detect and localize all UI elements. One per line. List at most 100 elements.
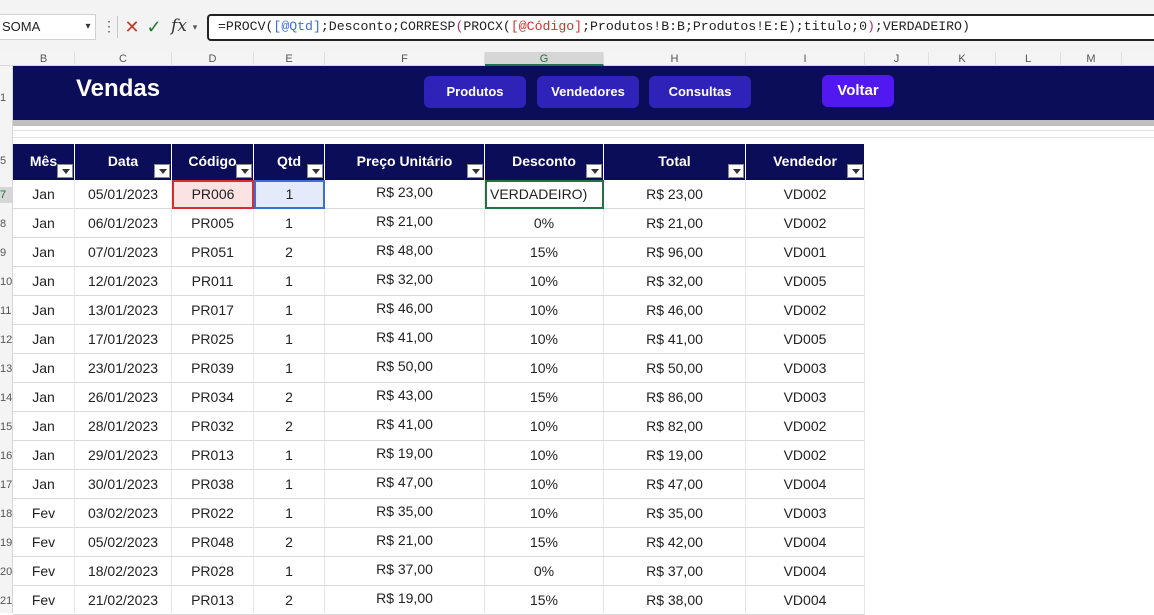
cell-mes[interactable]: Fev (13, 557, 75, 586)
cell-qtd-referenced[interactable]: 1 (254, 180, 325, 209)
cell-codigo[interactable]: PR028 (172, 557, 254, 586)
cell-qtd[interactable]: 2 (254, 586, 325, 615)
cell-vendedor[interactable]: VD002 (746, 180, 865, 209)
column-header-m[interactable]: M (1061, 52, 1122, 66)
table-header-preco-unitario[interactable]: Preço Unitário (325, 144, 485, 180)
cell-data[interactable]: 05/02/2023 (75, 528, 172, 557)
cell-vendedor[interactable]: VD004 (746, 586, 865, 615)
cell-preco-unitario[interactable]: R$ 37,00 (325, 557, 485, 586)
cell-codigo[interactable]: PR005 (172, 209, 254, 238)
cancel-icon[interactable]: ✕ (122, 14, 142, 40)
cell-total[interactable]: R$ 42,00 (604, 528, 746, 557)
cell-codigo[interactable]: PR038 (172, 470, 254, 499)
column-header-g[interactable]: G (485, 52, 604, 66)
vendedores-button[interactable]: Vendedores (537, 76, 639, 108)
more-options-icon[interactable]: ⋮ (102, 14, 116, 40)
column-header-c[interactable]: C (75, 52, 172, 66)
cell-data[interactable]: 28/01/2023 (75, 412, 172, 441)
cell-preco-unitario[interactable]: R$ 23,00 (325, 180, 485, 209)
cell-total[interactable]: R$ 35,00 (604, 499, 746, 528)
cell-preco-unitario[interactable]: R$ 35,00 (325, 499, 485, 528)
cell-qtd[interactable]: 2 (254, 383, 325, 412)
cell-codigo[interactable]: PR013 (172, 441, 254, 470)
cell-codigo[interactable]: PR039 (172, 354, 254, 383)
cell-desconto[interactable]: 15% (485, 238, 604, 267)
cell-mes[interactable]: Jan (13, 470, 75, 499)
cell-data[interactable]: 17/01/2023 (75, 325, 172, 354)
cell-qtd[interactable]: 1 (254, 470, 325, 499)
cell-codigo[interactable]: PR017 (172, 296, 254, 325)
cell-vendedor[interactable]: VD002 (746, 209, 865, 238)
cell-preco-unitario[interactable]: R$ 43,00 (325, 383, 485, 412)
cell-desconto[interactable]: 10% (485, 441, 604, 470)
cell-mes[interactable]: Fev (13, 586, 75, 615)
cell-qtd[interactable]: 1 (254, 441, 325, 470)
filter-dropdown-icon[interactable] (236, 164, 252, 178)
cell-mes[interactable]: Jan (13, 412, 75, 441)
cell-total[interactable]: R$ 32,00 (604, 267, 746, 296)
cell-preco-unitario[interactable]: R$ 46,00 (325, 296, 485, 325)
name-box-dropdown-icon[interactable]: ▾ (80, 14, 96, 40)
cell-total[interactable]: R$ 19,00 (604, 441, 746, 470)
cell-preco-unitario[interactable]: R$ 50,00 (325, 354, 485, 383)
row-header-21[interactable]: 21 (0, 593, 13, 609)
cell-total[interactable]: R$ 86,00 (604, 383, 746, 412)
column-header-i[interactable]: I (746, 52, 865, 66)
active-cell-desconto[interactable]: VERDADEIRO) (485, 180, 604, 209)
cell-mes[interactable]: Jan (13, 441, 75, 470)
cell-vendedor[interactable]: VD003 (746, 383, 865, 412)
cell-total[interactable]: R$ 21,00 (604, 209, 746, 238)
cell-vendedor[interactable]: VD005 (746, 267, 865, 296)
row-header-12[interactable]: 12 (0, 332, 13, 348)
cell-preco-unitario[interactable]: R$ 19,00 (325, 441, 485, 470)
cell-codigo[interactable]: PR022 (172, 499, 254, 528)
column-header-f[interactable]: F (325, 52, 485, 66)
row-header-17[interactable]: 17 (0, 477, 13, 493)
cell-preco-unitario[interactable]: R$ 21,00 (325, 209, 485, 238)
cell-desconto[interactable]: 15% (485, 383, 604, 412)
cell-total[interactable]: R$ 37,00 (604, 557, 746, 586)
row-header-16[interactable]: 16 (0, 448, 13, 464)
filter-dropdown-icon[interactable] (57, 164, 73, 178)
column-header-j[interactable]: J (865, 52, 929, 66)
cell-data[interactable]: 12/01/2023 (75, 267, 172, 296)
filter-dropdown-icon[interactable] (847, 164, 863, 178)
cell-preco-unitario[interactable]: R$ 19,00 (325, 586, 485, 615)
cell-vendedor[interactable]: VD001 (746, 238, 865, 267)
row-header-19[interactable]: 19 (0, 535, 13, 551)
produtos-button[interactable]: Produtos (424, 76, 526, 108)
cell-codigo[interactable]: PR034 (172, 383, 254, 412)
cell-preco-unitario[interactable]: R$ 48,00 (325, 238, 485, 267)
cell-vendedor[interactable]: VD002 (746, 412, 865, 441)
cell-total[interactable]: R$ 41,00 (604, 325, 746, 354)
cell-codigo[interactable]: PR025 (172, 325, 254, 354)
formula-bar-expand-icon[interactable]: ▾ (188, 14, 202, 40)
cell-qtd[interactable]: 1 (254, 325, 325, 354)
column-header-d[interactable]: D (172, 52, 254, 66)
enter-icon[interactable]: ✓ (144, 14, 164, 40)
cell-mes[interactable]: Jan (13, 354, 75, 383)
cell-desconto[interactable]: 10% (485, 296, 604, 325)
cell-total[interactable]: R$ 38,00 (604, 586, 746, 615)
row-header-13[interactable]: 13 (0, 361, 13, 377)
filter-dropdown-icon[interactable] (467, 164, 483, 178)
row-header-9[interactable]: 9 (0, 245, 13, 261)
row-header-1[interactable]: 1 (0, 90, 13, 106)
cell-qtd[interactable]: 1 (254, 557, 325, 586)
cell-codigo[interactable]: PR032 (172, 412, 254, 441)
cell-desconto[interactable]: 15% (485, 586, 604, 615)
column-header-l[interactable]: L (996, 52, 1061, 66)
cell-data[interactable]: 05/01/2023 (75, 180, 172, 209)
cell-data[interactable]: 26/01/2023 (75, 383, 172, 412)
table-header-total[interactable]: Total (604, 144, 746, 180)
cell-data[interactable]: 23/01/2023 (75, 354, 172, 383)
cell-total[interactable]: R$ 50,00 (604, 354, 746, 383)
cell-data[interactable]: 03/02/2023 (75, 499, 172, 528)
cell-data[interactable]: 07/01/2023 (75, 238, 172, 267)
column-header-e[interactable]: E (254, 52, 325, 66)
row-header-5[interactable]: 5 (0, 153, 13, 169)
cell-mes[interactable]: Fev (13, 528, 75, 557)
cell-desconto[interactable]: 10% (485, 354, 604, 383)
cell-vendedor[interactable]: VD002 (746, 441, 865, 470)
cell-vendedor[interactable]: VD003 (746, 499, 865, 528)
